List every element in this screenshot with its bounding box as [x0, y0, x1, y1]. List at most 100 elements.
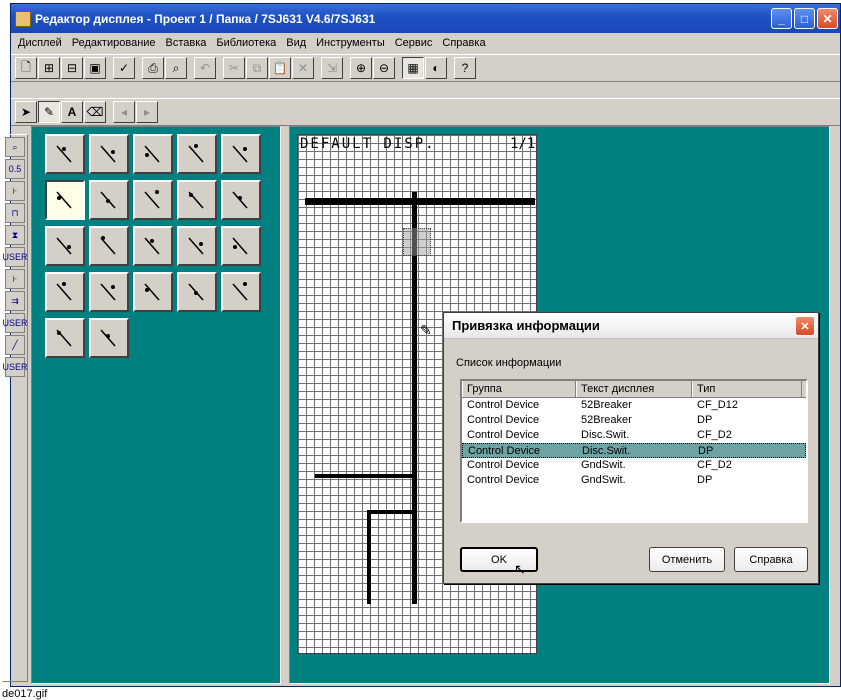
- print-preview-icon[interactable]: ⌕: [165, 57, 187, 79]
- copy-icon[interactable]: ⧉: [246, 57, 268, 79]
- ok-button[interactable]: OK: [460, 547, 538, 572]
- cancel-button[interactable]: Отменить: [649, 547, 725, 572]
- user-tool-1[interactable]: USER: [3, 247, 28, 267]
- palette-symbol-3-icon[interactable]: [133, 134, 173, 174]
- palette-symbol-17-icon[interactable]: [89, 272, 129, 312]
- list-row[interactable]: Control Device Disc.Swit. CF_D2: [462, 428, 806, 443]
- list-cell: GndSwit.: [581, 474, 626, 486]
- list-cell: 52Breaker: [581, 399, 632, 411]
- draw-toolbar: ➤ ✎ A ⌫ ◂ ▸: [11, 98, 840, 126]
- list-cell: 52Breaker: [581, 414, 632, 426]
- menu-edit[interactable]: Редактирование: [67, 37, 161, 49]
- hourglass-icon[interactable]: ⧗: [5, 225, 25, 245]
- window-title: Редактор дисплея - Проект 1 / Папка / 7S…: [35, 11, 376, 26]
- selection-marker[interactable]: [403, 228, 431, 256]
- palette-symbol-9-icon[interactable]: [177, 180, 217, 220]
- cut-icon[interactable]: ✂: [223, 57, 245, 79]
- spellcheck-icon[interactable]: ✓: [113, 57, 135, 79]
- palette-symbol-7-icon[interactable]: [89, 180, 129, 220]
- main-toolbar: 🗋 ⊞ ⊟ ▣ ✓ ⎙ ⌕ ↶ ✂ ⧉ 📋 ✕ ⇲ ⊕ ⊖ ▦ ◐ ?: [11, 54, 840, 82]
- open-template-icon[interactable]: ⊟: [61, 57, 83, 79]
- info-list[interactable]: Группа Текст дисплея Тип Control Device 5…: [460, 379, 808, 523]
- context-help-icon[interactable]: ?: [454, 57, 476, 79]
- prev-page-icon[interactable]: ◂: [113, 101, 135, 123]
- list-cell: Control Device: [467, 429, 540, 441]
- col-group[interactable]: Группа: [462, 381, 576, 397]
- palette-symbol-12-icon[interactable]: [89, 226, 129, 266]
- help-button[interactable]: Справка: [734, 547, 808, 572]
- menu-service[interactable]: Сервис: [390, 37, 438, 49]
- mouse-cursor-icon: ↖: [514, 561, 526, 577]
- zoom-out-icon[interactable]: ⊖: [373, 57, 395, 79]
- properties-icon[interactable]: ⇲: [321, 57, 343, 79]
- menu-library[interactable]: Библиотека: [211, 37, 281, 49]
- menu-insert[interactable]: Вставка: [161, 37, 212, 49]
- undo-icon[interactable]: ↶: [194, 57, 216, 79]
- new-icon[interactable]: 🗋: [15, 57, 37, 79]
- paste-icon[interactable]: 📋: [269, 57, 291, 79]
- palette-symbol-18-icon[interactable]: [133, 272, 173, 312]
- line-tool-icon[interactable]: ⊓: [5, 203, 25, 223]
- text-tool-icon[interactable]: A: [61, 101, 83, 123]
- palette-symbol-1-icon[interactable]: [45, 134, 85, 174]
- list-row[interactable]: Control Device GndSwit. CF_D2: [462, 458, 806, 473]
- next-page-icon[interactable]: ▸: [136, 101, 158, 123]
- palette-symbol-22-icon[interactable]: [89, 318, 129, 358]
- print-icon[interactable]: ⎙: [142, 57, 164, 79]
- list-cell: Control Device: [467, 459, 540, 471]
- pencil-cursor-icon: ✎: [420, 322, 432, 338]
- palette-symbol-10-icon[interactable]: [221, 180, 261, 220]
- palette-symbol-5-icon[interactable]: [221, 134, 261, 174]
- menu-tools[interactable]: Инструменты: [311, 37, 390, 49]
- palette-symbol-16-icon[interactable]: [45, 272, 85, 312]
- zoom-in-icon[interactable]: ⊕: [350, 57, 372, 79]
- list-row[interactable]: Control Device 52Breaker CF_D12: [462, 398, 806, 413]
- palette-symbol-19-icon[interactable]: [177, 272, 217, 312]
- menu-help[interactable]: Справка: [437, 37, 490, 49]
- list-row[interactable]: Control Device 52Breaker DP: [462, 413, 806, 428]
- menu-display[interactable]: Дисплей: [13, 37, 67, 49]
- menu-view[interactable]: Вид: [281, 37, 311, 49]
- app-icon: [15, 10, 31, 27]
- delete-icon[interactable]: ✕: [292, 57, 314, 79]
- palette-symbol-20-icon[interactable]: [221, 272, 261, 312]
- minimize-button[interactable]: _: [771, 8, 792, 29]
- maximize-button[interactable]: □: [794, 8, 815, 29]
- pencil-icon[interactable]: ✎: [38, 101, 60, 123]
- palette-symbol-14-icon[interactable]: [177, 226, 217, 266]
- contrast-icon[interactable]: ◐: [425, 57, 447, 79]
- list-row[interactable]: Control Device Disc.Swit. DP: [462, 443, 806, 458]
- pointer-icon[interactable]: ➤: [15, 101, 37, 123]
- eraser-icon[interactable]: ⌫: [84, 101, 106, 123]
- palette-symbol-6-icon[interactable]: [45, 180, 85, 220]
- dialog-close-icon[interactable]: ✕: [795, 316, 815, 336]
- display-header: DEFAULT DISP.: [300, 136, 436, 152]
- scale-tool[interactable]: 0.5: [5, 159, 25, 179]
- switch-tool-icon[interactable]: ⊦: [5, 181, 25, 201]
- switch-tool-2-icon[interactable]: ⊦: [5, 269, 25, 289]
- grid-icon[interactable]: ▦: [402, 57, 424, 79]
- user-tool-2[interactable]: USER: [3, 313, 28, 333]
- diagonal-tool-icon[interactable]: ╱: [5, 335, 25, 355]
- open-icon[interactable]: ⊞: [38, 57, 60, 79]
- palette-symbol-13-icon[interactable]: [133, 226, 173, 266]
- list-cell: DP: [697, 414, 713, 426]
- save-icon[interactable]: ▣: [84, 57, 106, 79]
- zoom-tool-icon[interactable]: ⌕: [5, 137, 25, 157]
- list-row[interactable]: Control Device GndSwit. DP: [462, 473, 806, 488]
- palette-symbol-8-icon[interactable]: [133, 180, 173, 220]
- palette-symbol-4-icon[interactable]: [177, 134, 217, 174]
- palette-symbol-15-icon[interactable]: [221, 226, 261, 266]
- palette-symbol-11-icon[interactable]: [45, 226, 85, 266]
- list-cell: Disc.Swit.: [581, 429, 630, 441]
- arrow-tool-icon[interactable]: ⇉: [5, 291, 25, 311]
- col-type[interactable]: Тип: [692, 381, 802, 397]
- close-button[interactable]: ✕: [817, 8, 838, 29]
- col-display-text[interactable]: Текст дисплея: [576, 381, 692, 397]
- list-cell: CF_D12: [697, 399, 738, 411]
- list-cell: CF_D2: [697, 459, 732, 471]
- user-tool-3[interactable]: USER: [3, 357, 28, 377]
- palette-symbol-2-icon[interactable]: [89, 134, 129, 174]
- horizontal-line: [315, 474, 415, 478]
- palette-symbol-21-icon[interactable]: [45, 318, 85, 358]
